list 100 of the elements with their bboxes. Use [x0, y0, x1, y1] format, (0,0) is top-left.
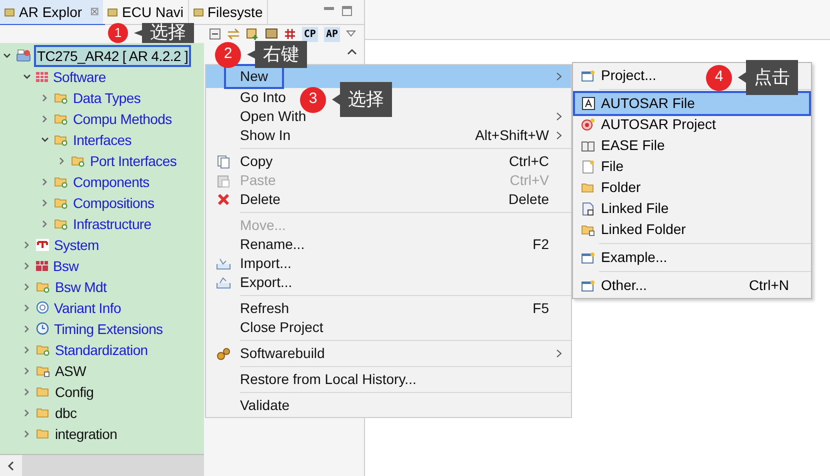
shortcut-text: Alt+Shift+W	[475, 126, 549, 145]
menu-item[interactable]: Import...	[206, 254, 308, 273]
folder-icon	[54, 134, 68, 146]
menu-item[interactable]: Linked Folder	[575, 219, 690, 240]
add-element-icon[interactable]	[246, 28, 259, 40]
folder-icon	[36, 428, 50, 440]
menu-item[interactable]: Refresh F5	[206, 299, 571, 318]
menu-label: New	[226, 66, 282, 87]
shortcut-text: F2	[532, 235, 549, 254]
menu-label: Linked File	[601, 199, 669, 218]
menu-label: Go Into	[240, 88, 286, 107]
menu-item[interactable]: Delete Delete	[206, 190, 571, 209]
horizontal-scrollbar[interactable]	[0, 454, 204, 476]
menu-item[interactable]: Folder	[575, 177, 645, 198]
tree-item[interactable]: ASW	[54, 362, 87, 380]
tree-item[interactable]: System	[53, 236, 100, 254]
module-icon[interactable]	[264, 28, 278, 40]
folder-icon	[71, 154, 85, 166]
folder-icon	[54, 92, 68, 104]
view-icon	[192, 6, 204, 18]
folder-icon	[54, 176, 68, 188]
scroll-up-icon[interactable]	[346, 47, 358, 57]
tree-item[interactable]: Port Interfaces	[89, 152, 178, 170]
new-window-icon	[581, 70, 595, 82]
menu-label: Copy	[240, 152, 273, 171]
menu-item[interactable]: Example...	[575, 247, 672, 268]
menu-label: Example...	[601, 248, 668, 267]
grid-icon	[36, 260, 48, 270]
view-tab[interactable]: AR Explor ⊠	[0, 0, 104, 24]
linked-folder-icon	[581, 224, 595, 236]
tree-item[interactable]: Components	[72, 172, 150, 190]
menu-label: Validate	[240, 396, 290, 415]
tree-item[interactable]: Variant Info	[53, 298, 122, 316]
folder-icon	[54, 196, 68, 208]
dropdown-icon[interactable]	[346, 30, 356, 38]
tree-item[interactable]: Config	[54, 382, 95, 400]
view-icon	[4, 6, 15, 18]
tree-item[interactable]: Bsw Mdt	[54, 278, 108, 296]
menu-item[interactable]: New	[206, 65, 571, 88]
menu-item[interactable]: Restore from Local History...	[206, 370, 432, 389]
tree-item[interactable]: integration	[54, 424, 118, 442]
tree-item[interactable]: TC275_AR42 [ AR 4.2.2 ]	[36, 46, 190, 64]
menu-label: Project...	[601, 66, 656, 85]
tree-item[interactable]: Software	[52, 68, 107, 86]
menu-item[interactable]: Close Project	[206, 318, 340, 337]
folder-icon	[36, 344, 50, 356]
menu-label: Other...	[601, 276, 647, 295]
menu-label: Linked Folder	[601, 220, 686, 239]
folder-icon	[36, 406, 50, 418]
shortcut-text: Ctrl+V	[510, 171, 549, 190]
menu-item[interactable]: File	[575, 156, 628, 177]
clipboard-icon	[216, 174, 230, 188]
menu-item[interactable]: Show In Alt+Shift+W	[206, 126, 571, 145]
tree-item[interactable]: Timing Extensions	[53, 320, 164, 338]
menu-item[interactable]: Export...	[206, 273, 308, 292]
letter-a-icon	[582, 97, 594, 110]
view-icon	[107, 6, 118, 18]
book-icon	[581, 140, 595, 152]
folder-icon	[36, 280, 50, 292]
view-tab[interactable]: Filesyste	[188, 0, 268, 24]
menu-label: Refresh	[240, 299, 290, 318]
menu-item[interactable]: Linked File	[575, 198, 673, 219]
menu-item[interactable]: AUTOSAR Project	[575, 114, 720, 135]
import-icon	[216, 258, 230, 270]
toolbar-button[interactable]: CP	[302, 26, 318, 42]
tree-item[interactable]: Compositions	[72, 194, 156, 212]
tree-item[interactable]: Standardization	[54, 340, 149, 358]
menu-label: Show In	[240, 126, 291, 145]
tree-item[interactable]: Data Types	[72, 88, 142, 106]
tree-item[interactable]: Compu Methods	[72, 110, 173, 128]
menu-item[interactable]: AUTOSAR File	[575, 93, 809, 114]
menu-item[interactable]: Other... Ctrl+N	[575, 275, 809, 296]
tree-item[interactable]: Infrastructure	[72, 214, 152, 232]
menu-item[interactable]: Validate	[206, 396, 306, 415]
maximize-icon[interactable]	[342, 6, 352, 16]
shortcut-text: Ctrl+C	[508, 152, 549, 171]
linked-file-icon	[582, 202, 594, 216]
menu-item[interactable]: Project...	[575, 65, 660, 86]
menu-item[interactable]: Copy Ctrl+C	[206, 152, 571, 171]
grid-icon[interactable]	[284, 28, 296, 40]
tree-item[interactable]: Bsw	[52, 256, 80, 274]
menu-label: Restore from Local History...	[240, 370, 416, 389]
link-arrows-icon[interactable]	[226, 28, 240, 40]
menu-item[interactable]: EASE File	[575, 135, 669, 156]
network-icon	[36, 238, 49, 250]
tab-label: Filesyste	[208, 2, 263, 22]
menu-label: AUTOSAR Project	[601, 115, 716, 134]
menu-item[interactable]: Rename... F2	[206, 235, 571, 254]
collapse-all-icon[interactable]	[208, 28, 221, 40]
clock-icon	[36, 322, 49, 335]
tree-item[interactable]: Interfaces	[72, 130, 132, 148]
gears-icon	[216, 346, 230, 360]
menu-label: Delete	[240, 190, 280, 209]
folder-icon	[54, 218, 68, 230]
scroll-left-icon[interactable]	[7, 460, 15, 470]
new-window-icon	[581, 252, 595, 264]
menu-item[interactable]: Go Into	[206, 88, 302, 107]
toolbar-button[interactable]: AP	[324, 26, 340, 42]
menu-item[interactable]: Softwarebuild	[206, 344, 571, 363]
tree-item[interactable]: dbc	[54, 404, 78, 422]
